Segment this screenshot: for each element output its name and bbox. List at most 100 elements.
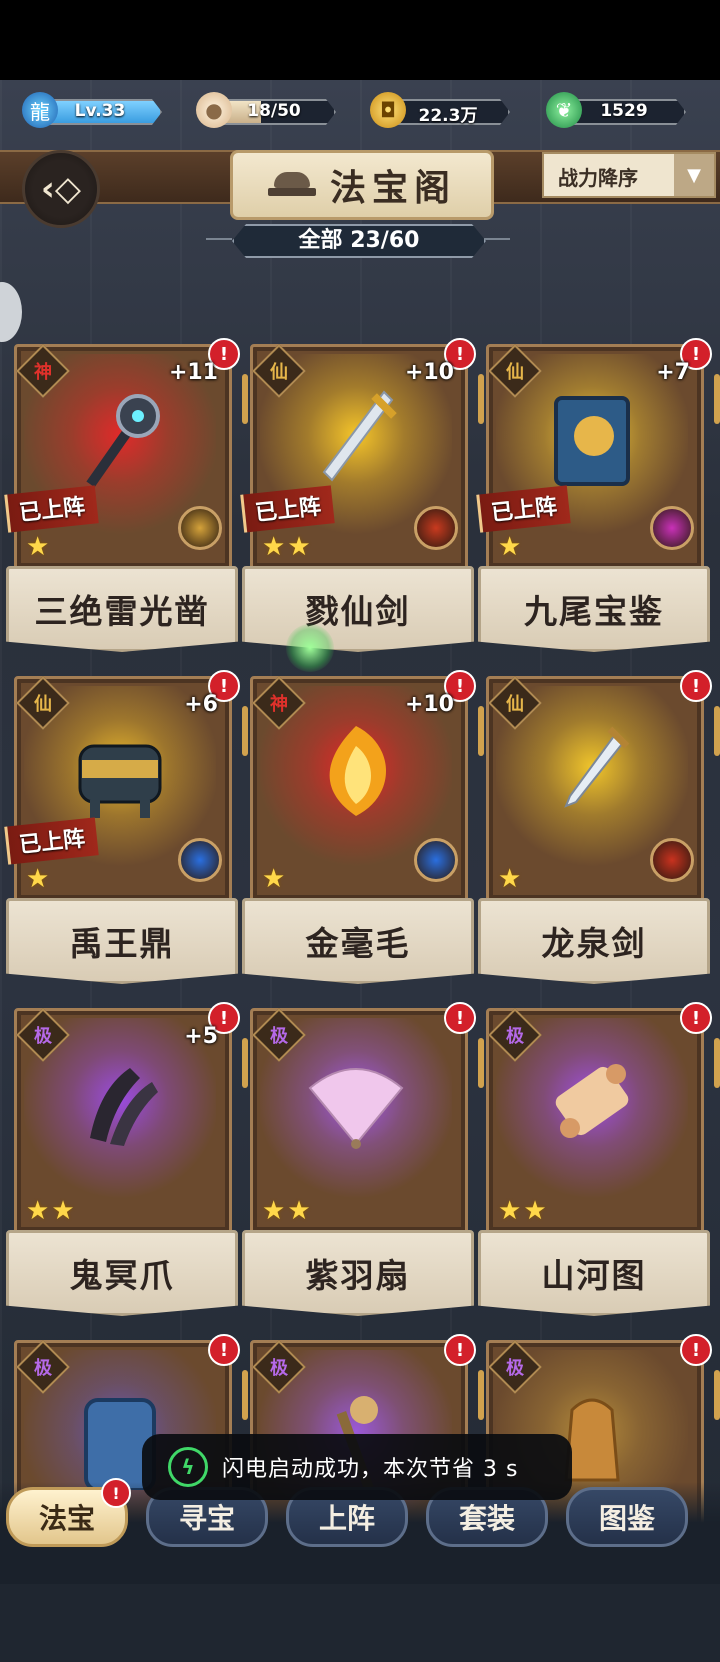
coin-value: 22.3万 (418, 106, 478, 126)
skill-element-icon (414, 506, 458, 550)
treasure-card[interactable]: 仙! +10 已上阵 ★★ 戮仙剑 (240, 338, 484, 666)
lightning-icon: ϟ (168, 1447, 208, 1487)
treasure-name: 山河图 (478, 1230, 710, 1316)
star-icon: ★ (26, 864, 50, 894)
treasure-name: 戮仙剑 (242, 566, 474, 652)
star-icon: ★ (26, 1196, 50, 1226)
star-icon: ★ (262, 532, 286, 562)
enhance-level: +6 (184, 692, 218, 717)
tier-label: 仙 (506, 694, 524, 715)
tab-label: 寻宝 (178, 1502, 235, 1535)
stamina-resource[interactable]: ● 18/50 (196, 92, 336, 128)
enhance-level: +11 (168, 360, 218, 385)
tab-label: 套装 (458, 1502, 515, 1535)
tier-label: 极 (34, 1358, 52, 1379)
tassel-decoration (714, 374, 720, 424)
enhance-level: +5 (184, 1024, 218, 1049)
divider-line-right (484, 238, 510, 240)
page-title: 法宝阁 (329, 167, 456, 209)
star-rating: ★★ (498, 1198, 549, 1224)
tier-label: 极 (270, 1026, 288, 1047)
treasure-name: 鬼冥爪 (6, 1230, 238, 1316)
status-bar-area (0, 0, 720, 80)
treasure-card[interactable]: 极! ★★ 紫羽扇 (242, 1002, 484, 1330)
golden-sword-icon (306, 384, 406, 494)
alert-badge: ! (444, 1002, 476, 1034)
level-value: Lv.33 (74, 101, 126, 121)
treasure-card[interactable]: 神! +10 ★ 金毫毛 (242, 670, 484, 998)
stamina-value: 18/50 (247, 101, 301, 121)
star-icon: ★ (498, 1196, 522, 1226)
star-rating: ★ (498, 534, 523, 560)
star-rating: ★★ (26, 1198, 77, 1224)
star-icon: ★ (287, 1196, 311, 1226)
claw-icon (70, 1048, 170, 1158)
dagger-icon (542, 716, 642, 826)
jade-resource[interactable]: ❦ 1529 (546, 92, 686, 128)
coin-resource[interactable]: ◘ 22.3万 (370, 92, 510, 128)
treasure-card[interactable]: 神! +11 已上阵 ★ 三绝雷光凿 (4, 338, 248, 666)
star-icon: ★ (498, 532, 522, 562)
treasure-name: 龙泉剑 (478, 898, 710, 984)
divider-line-left (206, 238, 232, 240)
star-icon: ★ (262, 864, 286, 894)
tassel-decoration (714, 1370, 720, 1420)
treasure-card[interactable]: 极! ★★ 山河图 (478, 1002, 720, 1330)
bun-icon: ● (196, 92, 232, 128)
tier-label: 仙 (270, 362, 288, 383)
sort-label: 战力降序 (558, 166, 638, 190)
alert-badge: ! (444, 1334, 476, 1366)
tier-label: 极 (506, 1358, 524, 1379)
tassel-decoration (714, 1038, 720, 1088)
sort-dropdown[interactable]: 战力降序 ▼ (542, 152, 716, 198)
treasure-card[interactable]: 仙! +7 已上阵 ★ 九尾宝鉴 (476, 338, 720, 666)
treasure-card[interactable]: 仙! ★ 龙泉剑 (478, 670, 720, 998)
dragon-level-icon: 龍 (22, 92, 58, 128)
tab-label: 法宝 (38, 1502, 95, 1535)
skill-element-icon (178, 838, 222, 882)
back-arrow-icon: ‹◇ (40, 169, 82, 209)
alert-badge: ! (680, 1002, 712, 1034)
sparkle-effect (286, 624, 334, 672)
treasure-card[interactable]: 仙! +6 已上阵 ★ 禹王鼎 (4, 670, 248, 998)
skill-element-icon (414, 838, 458, 882)
back-button[interactable]: ‹◇ (22, 150, 100, 228)
tab-treasure[interactable]: 法宝 ! (6, 1478, 131, 1547)
alert-badge: ! (680, 1334, 712, 1366)
star-rating: ★ (498, 866, 523, 892)
tier-label: 极 (34, 1026, 52, 1047)
treasure-name: 金毫毛 (242, 898, 474, 984)
fan-icon (306, 1048, 406, 1158)
skill-element-icon (650, 506, 694, 550)
star-icon: ★ (51, 1196, 75, 1226)
treasure-name: 禹王鼎 (6, 898, 238, 984)
item-count: 全部 23/60 (232, 224, 486, 258)
tab-label: 上阵 (318, 1502, 375, 1535)
tab-label: 图鉴 (598, 1502, 655, 1535)
star-rating: ★★ (262, 534, 313, 560)
star-icon: ★ (287, 532, 311, 562)
tab-collection[interactable]: 图鉴 (566, 1487, 688, 1547)
cauldron-icon (70, 716, 170, 826)
pavilion-icon (267, 172, 316, 198)
tier-label: 仙 (34, 694, 52, 715)
tassel-decoration (714, 706, 720, 756)
toast-notification: ϟ 闪电启动成功，本次节省 3 s (142, 1434, 572, 1500)
treasure-name: 三绝雷光凿 (6, 566, 238, 652)
scroll-icon (542, 1048, 642, 1158)
star-rating: ★ (262, 866, 287, 892)
treasure-name: 九尾宝鉴 (478, 566, 710, 652)
enhance-level: +7 (656, 360, 690, 385)
toast-message: 闪电启动成功，本次节省 3 s (222, 1457, 519, 1482)
resource-bar: 龍 Lv.33 ● 18/50 ◘ 22.3万 ❦ 1529 (0, 88, 720, 134)
treasure-card[interactable]: 极! +5 ★★ 鬼冥爪 (6, 1002, 248, 1330)
star-rating: ★★ (262, 1198, 313, 1224)
chevron-down-icon[interactable]: ▼ (674, 154, 714, 196)
tier-label: 极 (506, 1026, 524, 1047)
treasure-name: 紫羽扇 (242, 1230, 474, 1316)
book-icon (542, 384, 642, 494)
level-resource[interactable]: 龍 Lv.33 (22, 92, 162, 128)
star-rating: ★ (26, 866, 51, 892)
enhance-level: +10 (404, 692, 454, 717)
alert-badge: ! (680, 670, 712, 702)
